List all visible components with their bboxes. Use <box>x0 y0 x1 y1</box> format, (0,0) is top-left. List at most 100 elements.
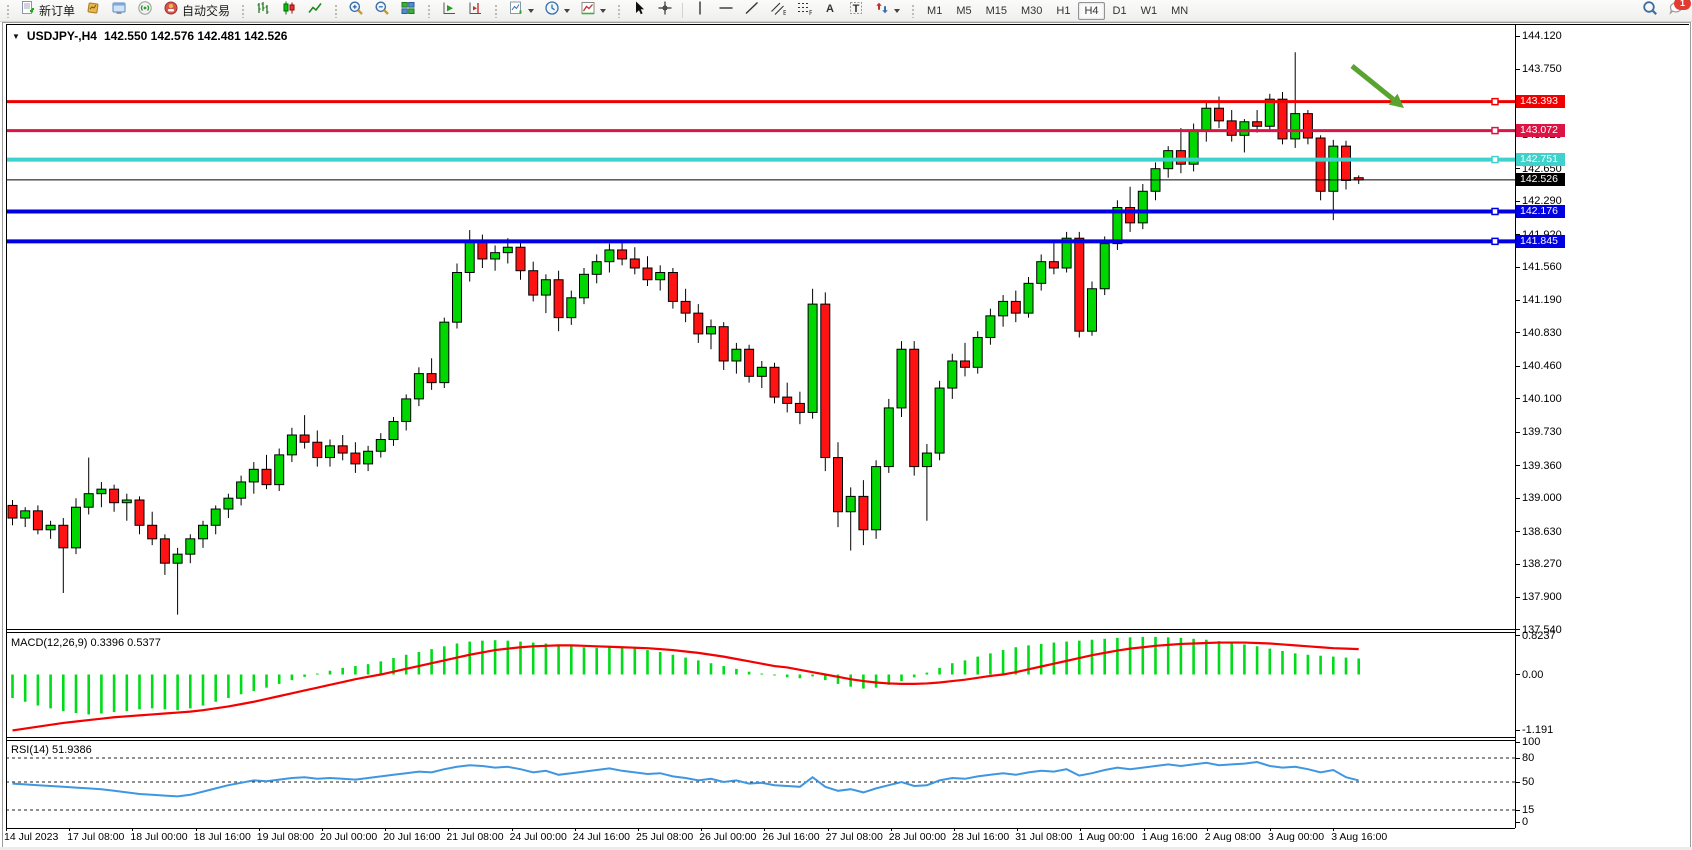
periods-icon <box>544 0 560 21</box>
trend-line-button[interactable] <box>740 0 764 21</box>
price-tick <box>1516 398 1520 399</box>
price-badge: 142.526 <box>1516 173 1565 186</box>
periods-dropdown-caret[interactable] <box>564 9 570 13</box>
chart-shift-button[interactable] <box>463 0 487 21</box>
new-order-button[interactable]: 新订单 <box>16 0 79 21</box>
date-label: 25 Jul 08:00 <box>636 831 693 843</box>
timeframe-m15[interactable]: M15 <box>980 2 1013 20</box>
main-chart-canvas[interactable] <box>6 25 1515 630</box>
toolbar-right: 1 <box>1642 0 1684 21</box>
chart-ohlc-values: 142.550 142.576 142.481 142.526 <box>104 29 288 43</box>
equidistant-channel-icon: E <box>770 0 786 21</box>
timeframe-mn[interactable]: MN <box>1165 2 1194 20</box>
periods-button[interactable] <box>540 0 574 21</box>
rsi-panel-canvas[interactable] <box>6 740 1515 829</box>
price-badge: 141.845 <box>1516 235 1565 248</box>
auto-trading-icon <box>163 0 179 21</box>
auto-scroll-button[interactable] <box>437 0 461 21</box>
chart-window-button[interactable] <box>107 0 131 21</box>
equidistant-channel-button[interactable]: E <box>766 0 790 21</box>
price-tick <box>1516 36 1520 37</box>
price-tick-label: 141.560 <box>1522 261 1562 273</box>
zoom-in-button[interactable] <box>344 0 368 21</box>
templates-icon <box>580 0 596 21</box>
timeframe-w1[interactable]: W1 <box>1135 2 1164 20</box>
toolbar-grip <box>6 4 11 18</box>
date-label: 20 Jul 00:00 <box>320 831 377 843</box>
date-label: 26 Jul 16:00 <box>762 831 819 843</box>
line-chart-button[interactable] <box>303 0 327 21</box>
chart-title: ▼ USDJPY-,H4 142.550 142.576 142.481 142… <box>12 29 287 43</box>
bar-chart-button[interactable] <box>251 0 275 21</box>
price-tick <box>1516 465 1520 466</box>
indicators-button[interactable] <box>504 0 538 21</box>
chart-left-border <box>6 24 7 828</box>
date-label: 28 Jul 16:00 <box>952 831 1009 843</box>
timeframe-m30[interactable]: M30 <box>1015 2 1048 20</box>
toolbar-grip <box>427 4 432 18</box>
toolbar-grip <box>911 4 916 18</box>
arrow-objects-icon <box>874 0 890 21</box>
toolbar: 新订单 自动交易 EFAT M1M5M15M30H1H4D1W1MN 1 <box>0 0 1692 22</box>
chart-box-button[interactable] <box>81 0 105 21</box>
macd-panel-canvas[interactable] <box>6 632 1515 738</box>
arrow-objects-dropdown-caret[interactable] <box>894 9 900 13</box>
price-tick-label: 139.360 <box>1522 460 1562 472</box>
chart-symbol-period: USDJPY-,H4 <box>27 29 97 43</box>
zoom-out-button[interactable] <box>370 0 394 21</box>
crosshair-button[interactable] <box>653 0 677 21</box>
text-button[interactable]: A <box>818 0 842 21</box>
timeframe-h1[interactable]: H1 <box>1050 2 1076 20</box>
auto-trading-button[interactable]: 自动交易 <box>159 0 234 21</box>
timeframe-d1[interactable]: D1 <box>1107 2 1133 20</box>
price-tick-label: 138.270 <box>1522 558 1562 570</box>
chart-box-icon <box>85 0 101 21</box>
rsi-tick <box>1516 810 1520 811</box>
horizontal-line-button[interactable] <box>714 0 738 21</box>
rsi-label: RSI(14) 51.9386 <box>11 744 92 756</box>
price-tick <box>1516 267 1520 268</box>
price-tick-label: 141.190 <box>1522 294 1562 306</box>
candlestick-chart-button[interactable] <box>277 0 301 21</box>
timeframe-m5[interactable]: M5 <box>950 2 977 20</box>
cursor-button[interactable] <box>627 0 651 21</box>
text-label-icon: T <box>848 0 864 21</box>
tile-windows-button[interactable] <box>396 0 420 21</box>
zoom-in-icon <box>348 0 364 21</box>
terminal-window: 新订单 自动交易 EFAT M1M5M15M30H1H4D1W1MN 1 ▼ USDJP… <box>0 0 1692 850</box>
search-icon[interactable] <box>1642 0 1658 21</box>
text-label-button[interactable]: T <box>844 0 868 21</box>
fibonacci-button[interactable]: F <box>792 0 816 21</box>
price-tick-label: 138.630 <box>1522 526 1562 538</box>
templates-dropdown-caret[interactable] <box>600 9 606 13</box>
vertical-line-button[interactable] <box>688 0 712 21</box>
timeframe-h4[interactable]: H4 <box>1078 2 1104 20</box>
rsi-tick <box>1516 822 1520 823</box>
date-label: 27 Jul 08:00 <box>826 831 883 843</box>
price-badge: 143.072 <box>1516 124 1565 137</box>
date-label: 28 Jul 00:00 <box>889 831 946 843</box>
macd-tick <box>1516 730 1520 731</box>
price-tick-label: 140.100 <box>1522 393 1562 405</box>
indicators-dropdown-caret[interactable] <box>528 9 534 13</box>
timeframe-m1[interactable]: M1 <box>921 2 948 20</box>
text-icon: A <box>822 0 838 21</box>
chat-button[interactable]: 1 <box>1668 0 1684 21</box>
price-tick <box>1516 366 1520 367</box>
signal-button[interactable] <box>133 0 157 21</box>
rsi-tick <box>1516 758 1520 759</box>
price-axis-border[interactable] <box>1515 24 1516 828</box>
macd-tick-label: 0.8237 <box>1522 630 1556 642</box>
notification-badge: 1 <box>1674 0 1691 10</box>
toolbar-separator <box>682 3 683 18</box>
date-label: 24 Jul 16:00 <box>573 831 630 843</box>
price-tick <box>1516 432 1520 433</box>
templates-button[interactable] <box>576 0 610 21</box>
price-tick <box>1516 168 1520 169</box>
one-click-trading-arrow[interactable]: ▼ <box>12 32 20 41</box>
date-label: 2 Aug 08:00 <box>1205 831 1261 843</box>
price-tick-label: 143.750 <box>1522 63 1562 75</box>
arrow-objects-button[interactable] <box>870 0 904 21</box>
price-tick <box>1516 531 1520 532</box>
price-tick <box>1516 498 1520 499</box>
